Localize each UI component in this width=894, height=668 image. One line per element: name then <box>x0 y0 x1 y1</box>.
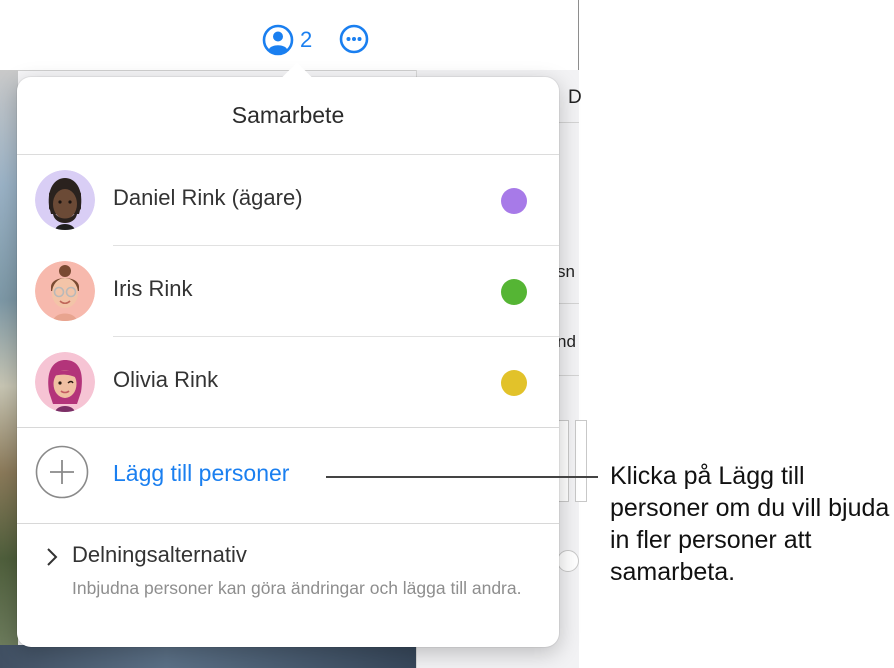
collaborator-count: 2 <box>300 27 313 52</box>
participant-color-dot <box>501 370 527 396</box>
sidebar-fragment: nd <box>557 332 576 351</box>
participant-color-dot <box>501 188 527 214</box>
memoji-girl-pink-hair-wink-icon <box>35 352 95 412</box>
avatar <box>35 170 95 230</box>
collaborate-button[interactable]: 2 <box>262 24 312 56</box>
sharing-options-title[interactable]: Delningsalternativ <box>72 542 247 568</box>
ellipsis-circle-icon <box>339 24 369 54</box>
more-button[interactable] <box>339 24 369 59</box>
participant-row[interactable]: Olivia Rink <box>17 337 559 428</box>
callout-line <box>326 476 598 478</box>
sidebar-divider <box>557 303 579 304</box>
sidebar-divider <box>557 122 579 123</box>
photo-background-bottom <box>0 645 416 668</box>
plus-circle-icon[interactable] <box>35 445 89 499</box>
sidebar-slider-knob <box>557 550 579 572</box>
sidebar-divider <box>557 375 579 376</box>
photo-background <box>0 70 18 645</box>
callout-text: Klicka på Lägg till personer om du vill … <box>610 462 890 586</box>
participant-name: Olivia Rink <box>113 367 219 392</box>
participant-color-dot <box>501 279 527 305</box>
participant-row[interactable]: Daniel Rink (ägare) <box>17 155 559 246</box>
person-circle-icon <box>262 24 294 56</box>
participant-row[interactable]: Iris Rink <box>17 246 559 337</box>
sidebar-fragment: sn <box>557 262 575 281</box>
sidebar-fragment: D <box>568 87 582 108</box>
participant-name: Daniel Rink (ägare) <box>113 185 303 210</box>
memoji-woman-glasses-bun-icon <box>35 261 95 321</box>
memoji-man-dreadlocks-icon <box>35 170 95 230</box>
avatar <box>35 261 95 321</box>
sharing-options-row[interactable]: Delningsalternativ Inbjudna personer kan… <box>17 524 559 647</box>
avatar <box>35 352 95 412</box>
sidebar-control <box>575 420 587 502</box>
popover-title: Samarbete <box>17 77 559 155</box>
participant-name: Iris Rink <box>113 276 193 301</box>
collaboration-popover: Samarbete Daniel Rink (ägare) Iris Rink … <box>17 62 559 647</box>
chevron-right-icon <box>47 548 58 566</box>
toolbar: 2 <box>0 0 578 71</box>
add-people-link[interactable]: Lägg till personer <box>113 460 289 487</box>
sharing-options-description: Inbjudna personer kan göra ändringar och… <box>72 578 522 598</box>
